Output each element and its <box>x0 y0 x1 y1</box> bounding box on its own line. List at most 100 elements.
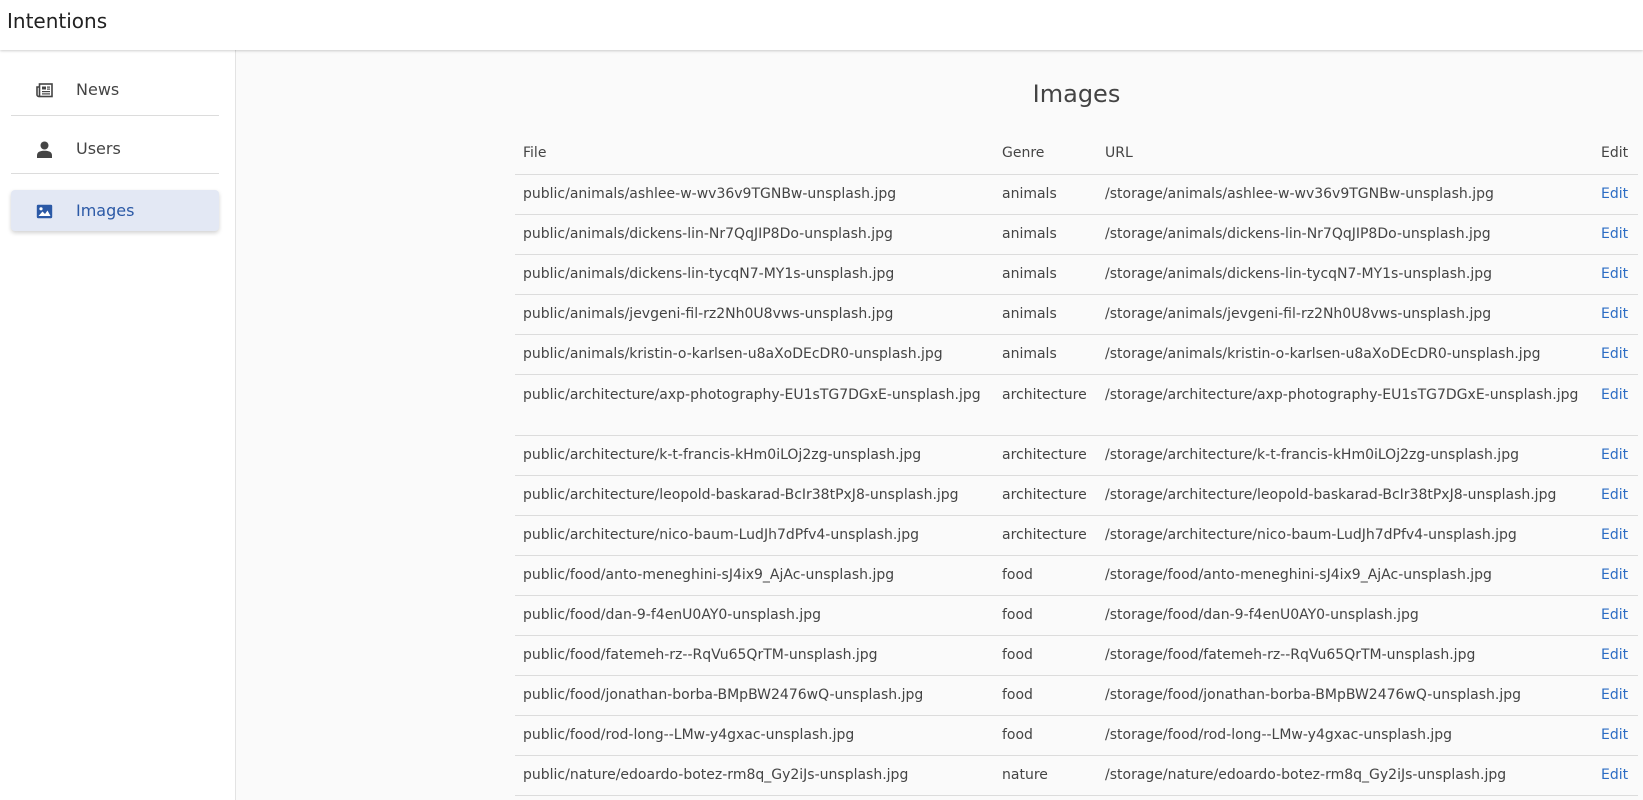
file-cell: public/food/fatemeh-rz--RqVu65QrTM-unspl… <box>515 635 994 676</box>
genre-cell: animals <box>994 214 1097 255</box>
edit-link[interactable]: Edit <box>1601 687 1628 703</box>
edit-cell: Edit <box>1593 334 1638 375</box>
url-cell: /storage/food/fatemeh-rz--RqVu65QrTM-uns… <box>1097 635 1593 676</box>
file-cell: public/animals/jevgeni-fil-rz2Nh0U8vws-u… <box>515 294 994 335</box>
edit-cell: Edit <box>1593 174 1638 215</box>
genre-cell: animals <box>994 174 1097 215</box>
file-cell: public/food/jonathan-borba-BMpBW2476wQ-u… <box>515 675 994 716</box>
edit-link[interactable]: Edit <box>1601 346 1628 362</box>
file-cell: public/nature/edoardo-botez-rm8q_Gy2iJs-… <box>515 755 994 796</box>
newspaper-icon <box>35 81 53 99</box>
edit-cell: Edit <box>1593 595 1638 636</box>
table-row: public/food/fatemeh-rz--RqVu65QrTM-unspl… <box>515 635 1638 676</box>
genre-cell: food <box>994 715 1097 756</box>
genre-cell: architecture <box>994 435 1097 476</box>
url-cell: /storage/animals/jevgeni-fil-rz2Nh0U8vws… <box>1097 294 1593 335</box>
url-cell: /storage/animals/dickens-lin-tycqN7-MY1s… <box>1097 254 1593 295</box>
table-row: public/food/dan-9-f4enU0AY0-unsplash.jpg… <box>515 595 1638 636</box>
file-cell: public/architecture/k-t-francis-kHm0iLOj… <box>515 435 994 476</box>
file-cell: public/architecture/axp-photography-EU1s… <box>515 374 994 436</box>
file-cell: public/animals/dickens-lin-tycqN7-MY1s-u… <box>515 254 994 295</box>
nav-divider <box>11 115 219 116</box>
sidebar-item-users[interactable]: Users <box>11 128 219 169</box>
url-cell: /storage/food/rod-long--LMw-y4gxac-unspl… <box>1097 715 1593 756</box>
url-cell: /storage/nature/edoardo-botez-rm8q_Gy2iJ… <box>1097 755 1593 796</box>
file-cell: public/food/dan-9-f4enU0AY0-unsplash.jpg <box>515 595 994 636</box>
table-body: public/animals/ashlee-w-wv36v9TGNBw-unsp… <box>515 174 1638 796</box>
file-cell: public/animals/ashlee-w-wv36v9TGNBw-unsp… <box>515 174 994 215</box>
url-cell: /storage/architecture/axp-photography-EU… <box>1097 374 1593 436</box>
url-cell: /storage/architecture/leopold-baskarad-B… <box>1097 475 1593 516</box>
edit-link[interactable]: Edit <box>1601 186 1628 202</box>
table-header-row: File Genre URL Edit <box>515 132 1638 175</box>
sidebar: News Users Images <box>0 50 236 800</box>
sidebar-item-label: Images <box>76 201 135 220</box>
url-cell: /storage/architecture/nico-baum-LudJh7dP… <box>1097 515 1593 556</box>
user-icon <box>35 140 53 158</box>
edit-cell: Edit <box>1593 475 1638 516</box>
edit-link[interactable]: Edit <box>1601 647 1628 663</box>
page-title-text: Images <box>1032 80 1121 108</box>
edit-link[interactable]: Edit <box>1601 727 1628 743</box>
sidebar-item-news[interactable]: News <box>11 69 219 110</box>
edit-cell: Edit <box>1593 555 1638 596</box>
edit-cell: Edit <box>1593 755 1638 796</box>
edit-link[interactable]: Edit <box>1601 226 1628 242</box>
file-cell: public/animals/kristin-o-karlsen-u8aXoDE… <box>515 334 994 375</box>
table-row: public/animals/kristin-o-karlsen-u8aXoDE… <box>515 334 1638 375</box>
file-cell: public/architecture/nico-baum-LudJh7dPfv… <box>515 515 994 556</box>
edit-cell: Edit <box>1593 635 1638 676</box>
genre-cell: food <box>994 555 1097 596</box>
column-header-file: File <box>515 132 994 175</box>
genre-cell: food <box>994 675 1097 716</box>
edit-link[interactable]: Edit <box>1601 767 1628 783</box>
edit-link[interactable]: Edit <box>1601 306 1628 322</box>
edit-cell: Edit <box>1593 715 1638 756</box>
genre-cell: food <box>994 635 1097 676</box>
edit-cell: Edit <box>1593 214 1638 255</box>
genre-cell: animals <box>994 334 1097 375</box>
genre-cell: food <box>994 595 1097 636</box>
file-cell: public/food/anto-meneghini-sJ4ix9_AjAc-u… <box>515 555 994 596</box>
table-row: public/food/anto-meneghini-sJ4ix9_AjAc-u… <box>515 555 1638 596</box>
edit-link[interactable]: Edit <box>1601 527 1628 543</box>
table-row: public/architecture/nico-baum-LudJh7dPfv… <box>515 515 1638 556</box>
sidebar-item-images[interactable]: Images <box>11 190 219 231</box>
sidebar-item-label: Users <box>76 139 121 158</box>
genre-cell: animals <box>994 254 1097 295</box>
table-row: public/architecture/k-t-francis-kHm0iLOj… <box>515 435 1638 476</box>
edit-link[interactable]: Edit <box>1601 607 1628 623</box>
file-cell: public/architecture/leopold-baskarad-BcI… <box>515 475 994 516</box>
app-title: Intentions <box>7 9 108 33</box>
edit-link[interactable]: Edit <box>1601 567 1628 583</box>
column-header-url: URL <box>1097 132 1593 175</box>
table-row: public/animals/dickens-lin-tycqN7-MY1s-u… <box>515 254 1638 295</box>
table-row: public/nature/edoardo-botez-rm8q_Gy2iJs-… <box>515 755 1638 796</box>
nav-divider <box>11 173 219 174</box>
table-row: public/food/jonathan-borba-BMpBW2476wQ-u… <box>515 675 1638 716</box>
url-cell: /storage/food/anto-meneghini-sJ4ix9_AjAc… <box>1097 555 1593 596</box>
column-header-genre: Genre <box>994 132 1097 175</box>
table-row: public/animals/jevgeni-fil-rz2Nh0U8vws-u… <box>515 294 1638 335</box>
table-row: public/architecture/axp-photography-EU1s… <box>515 374 1638 436</box>
genre-cell: architecture <box>994 374 1097 436</box>
edit-cell: Edit <box>1593 515 1638 556</box>
url-cell: /storage/food/dan-9-f4enU0AY0-unsplash.j… <box>1097 595 1593 636</box>
table-row: public/food/rod-long--LMw-y4gxac-unsplas… <box>515 715 1638 756</box>
genre-cell: architecture <box>994 515 1097 556</box>
app-bar: Intentions <box>0 0 1643 50</box>
page-title: Images <box>515 79 1638 109</box>
images-table: File Genre URL Edit public/animals/ashle… <box>515 132 1638 796</box>
edit-cell: Edit <box>1593 374 1638 436</box>
table-row: public/animals/ashlee-w-wv36v9TGNBw-unsp… <box>515 174 1638 215</box>
file-cell: public/food/rod-long--LMw-y4gxac-unsplas… <box>515 715 994 756</box>
url-cell: /storage/animals/ashlee-w-wv36v9TGNBw-un… <box>1097 174 1593 215</box>
genre-cell: animals <box>994 294 1097 335</box>
edit-link[interactable]: Edit <box>1601 447 1628 463</box>
image-icon <box>35 202 53 220</box>
edit-link[interactable]: Edit <box>1601 266 1628 282</box>
edit-link[interactable]: Edit <box>1601 487 1628 503</box>
edit-link[interactable]: Edit <box>1601 387 1628 403</box>
edit-cell: Edit <box>1593 294 1638 335</box>
edit-cell: Edit <box>1593 254 1638 295</box>
